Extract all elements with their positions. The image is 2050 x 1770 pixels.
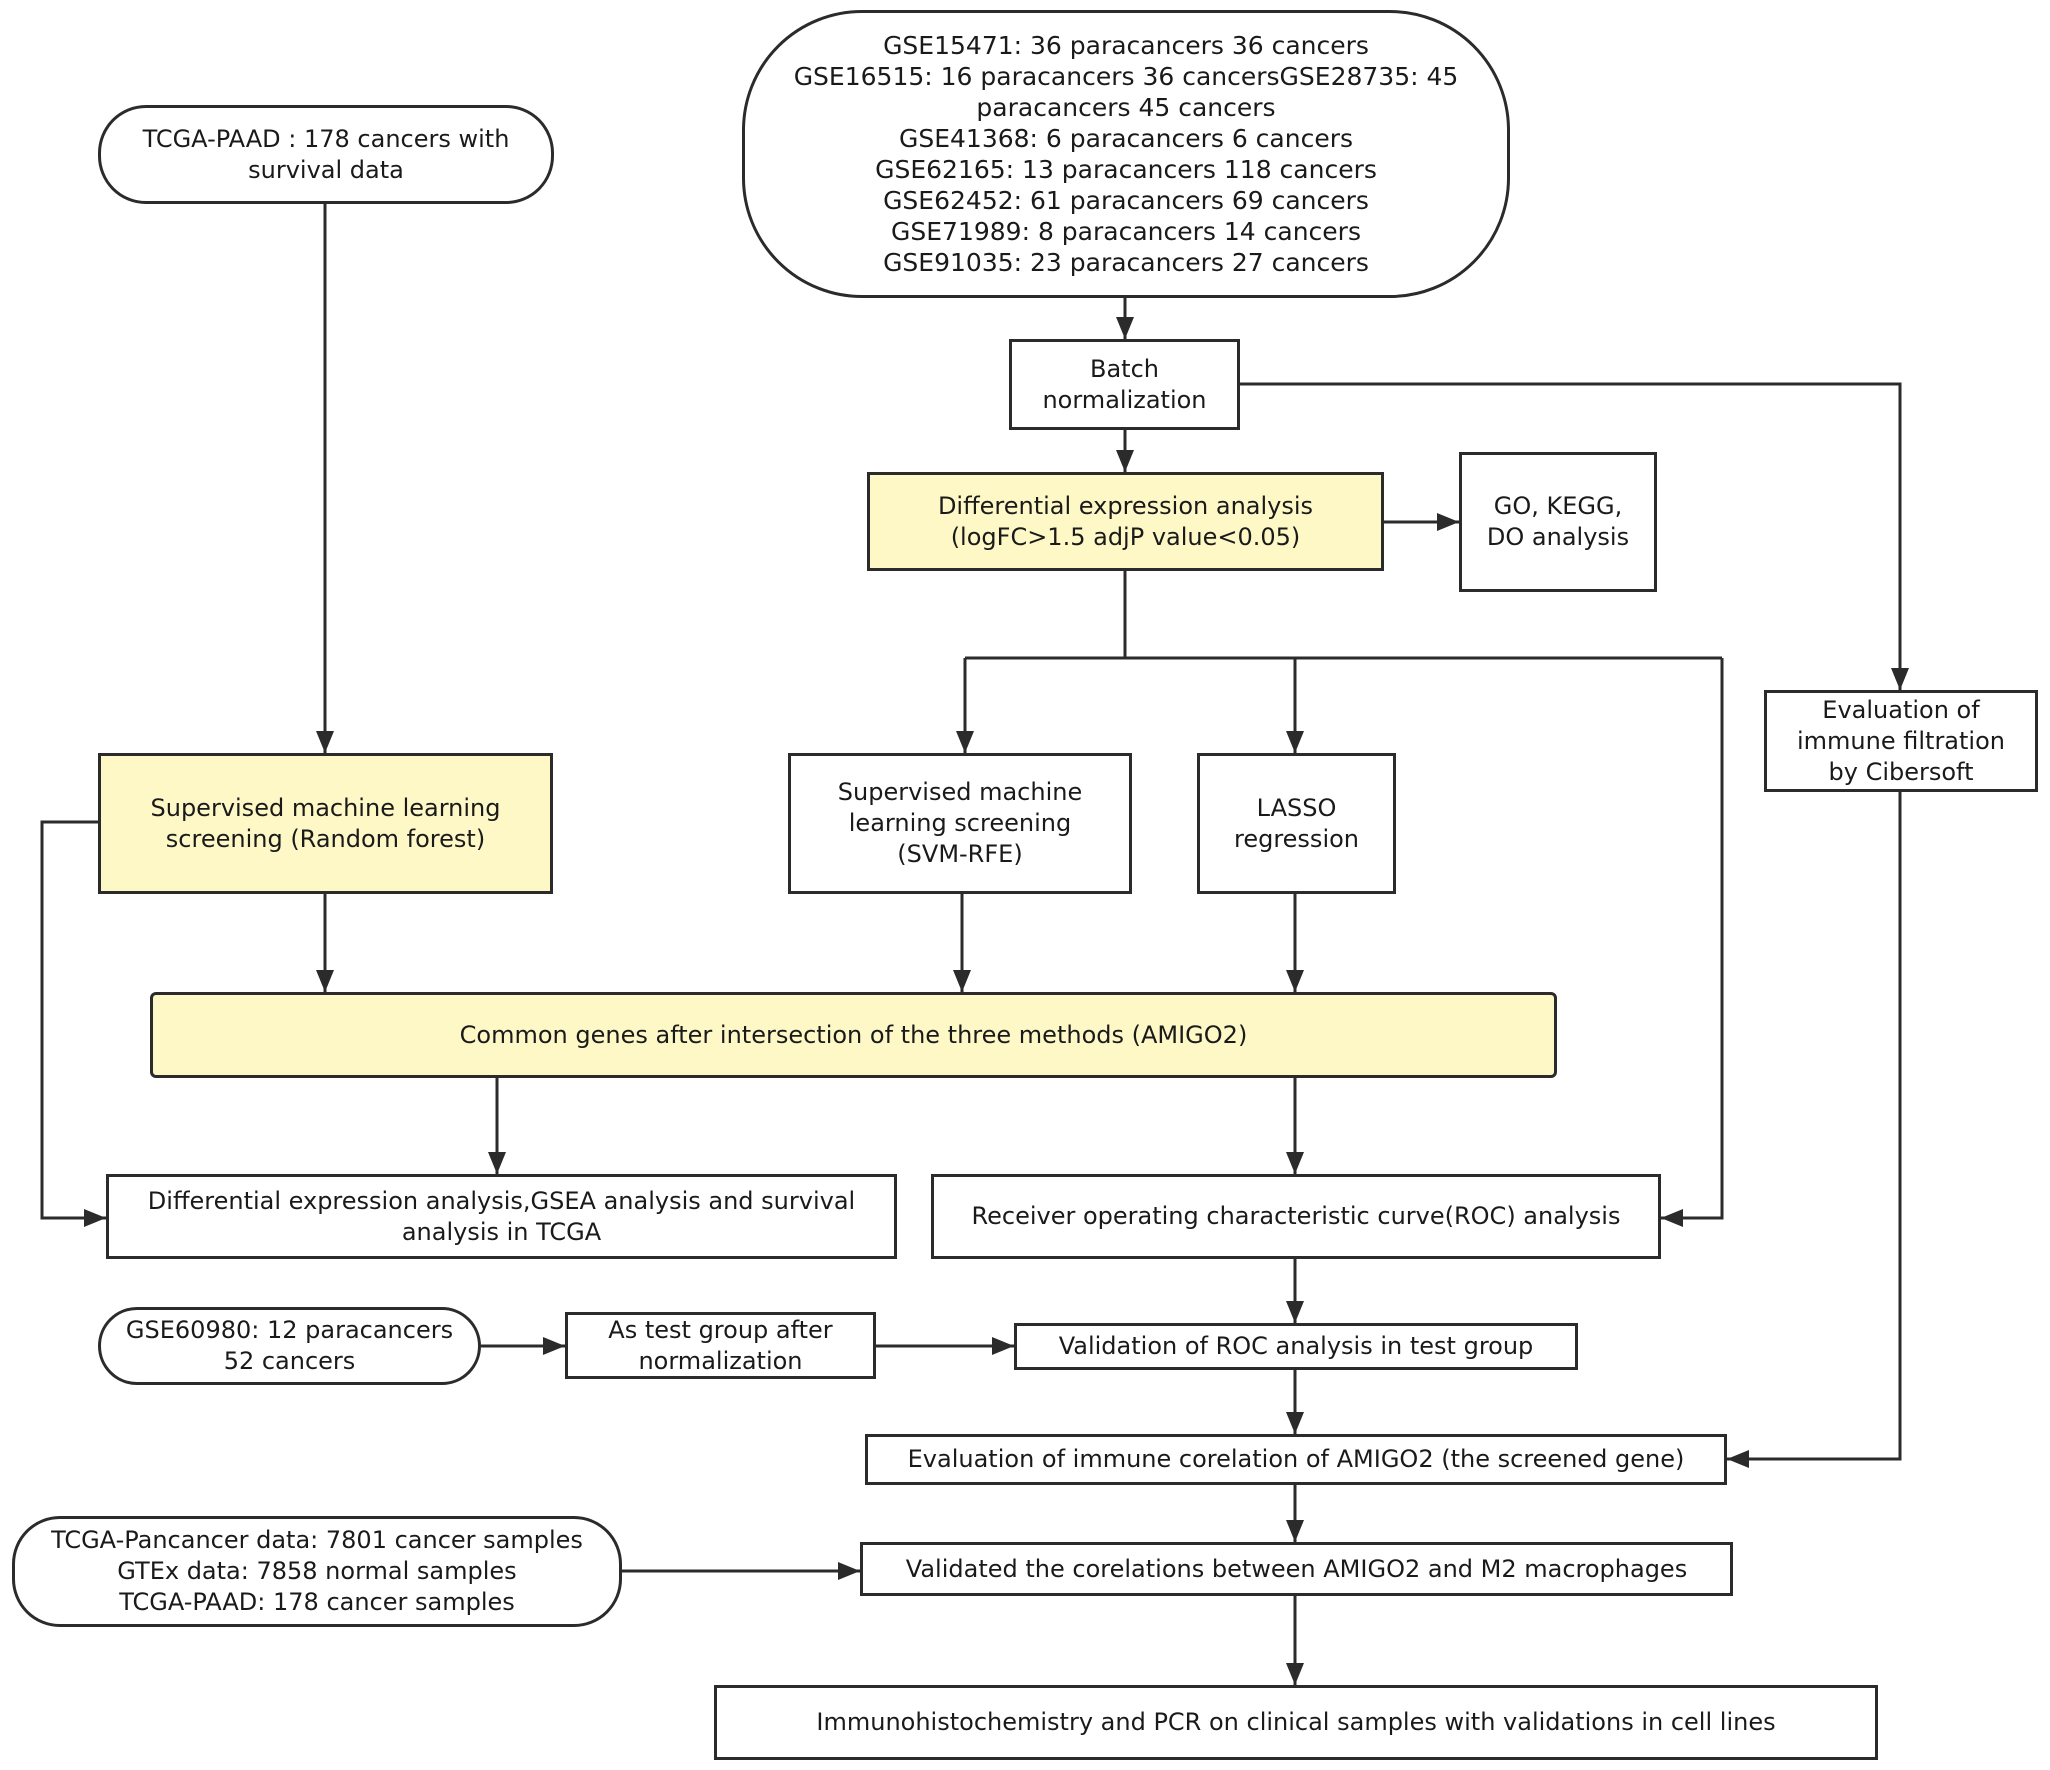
arrowhead-icon [1727,1450,1749,1468]
immune-filtration-node: Evaluation of immune filtration by Ciber… [1764,690,2038,792]
arrowhead-icon [1437,513,1459,531]
node-label: LASSO regression [1233,793,1359,853]
arrowhead-icon [1286,1152,1304,1174]
edge-rf-to-dea-gsea [40,820,106,1220]
gse60980-input-node: GSE60980: 12 paracancers 52 cancers [98,1307,481,1385]
ihc-pcr-node: Immunohistochemistry and PCR on clinical… [714,1685,1878,1760]
node-label: Differential expression analysis,GSEA an… [147,1186,856,1246]
arrowhead-icon [1286,1301,1304,1323]
common-genes-node: Common genes after intersection of the t… [150,992,1557,1078]
roc-validation-node: Validation of ROC analysis in test group [1014,1323,1578,1370]
arrowhead-icon [84,1209,106,1227]
tcga-paad-input-node: TCGA-PAAD : 178 cancers with survival da… [98,105,554,204]
edge-dea-to-roc [1661,658,1724,1220]
node-label: Validation of ROC analysis in test group [1058,1332,1534,1360]
immune-correlation-node: Evaluation of immune corelation of AMIGO… [865,1434,1727,1485]
svm-rfe-screening-node: Supervised machine learning screening (S… [788,753,1132,894]
arrowhead-icon [1661,1209,1683,1227]
pancancer-data-input-node: TCGA-Pancancer data: 7801 cancer samples… [12,1516,622,1627]
node-label: Batch normalization [1042,354,1207,414]
arrowhead-icon [1286,731,1304,753]
node-label: Evaluation of immune corelation of AMIGO… [907,1445,1685,1473]
arrowhead-icon [1116,450,1134,472]
arrowhead-icon [992,1337,1014,1355]
node-label: TCGA-PAAD : 178 cancers with survival da… [142,124,510,184]
arrowhead-icon [1286,970,1304,992]
node-label: GSE60980: 12 paracancers 52 cancers [125,1316,454,1375]
differential-expression-node: Differential expression analysis (logFC>… [867,472,1384,571]
arrowhead-icon [316,970,334,992]
arrowhead-icon [1286,1412,1304,1434]
batch-normalization-node: Batch normalization [1009,339,1240,430]
test-group-node: As test group after normalization [565,1312,876,1379]
m2-macrophage-validation-node: Validated the corelations between AMIGO2… [860,1542,1733,1596]
edge-immune-filtration-to-correlation [1727,792,1902,1461]
arrowhead-icon [956,731,974,753]
arrowhead-icon [1891,668,1909,690]
node-label: Supervised machine learning screening (S… [837,778,1083,868]
node-label: GSE15471: 36 paracancers 36 cancers GSE1… [793,31,1459,277]
arrowhead-icon [316,731,334,753]
node-label: Common genes after intersection of the t… [459,1020,1248,1049]
random-forest-screening-node: Supervised machine learning screening (R… [98,753,553,894]
node-label: Immunohistochemistry and PCR on clinical… [816,1708,1776,1736]
geo-datasets-input-node: GSE15471: 36 paracancers 36 cancers GSE1… [742,10,1510,298]
node-label: TCGA-Pancancer data: 7801 cancer samples… [51,1526,583,1616]
node-label: GO, KEGG, DO analysis [1486,492,1630,551]
arrowhead-icon [1286,1520,1304,1542]
arrowhead-icon [543,1337,565,1355]
node-label: As test group after normalization [608,1315,833,1375]
node-label: Supervised machine learning screening (R… [150,793,501,853]
arrowhead-icon [953,970,971,992]
arrowhead-icon [1286,1663,1304,1685]
node-label: Evaluation of immune filtration by Ciber… [1797,695,2005,786]
node-label: Validated the corelations between AMIGO2… [905,1554,1688,1583]
node-label: Receiver operating characteristic curve(… [971,1202,1621,1230]
roc-analysis-node: Receiver operating characteristic curve(… [931,1174,1661,1259]
arrowhead-icon [488,1152,506,1174]
lasso-regression-node: LASSO regression [1197,753,1396,894]
node-label: Differential expression analysis (logFC>… [937,491,1314,551]
arrowhead-icon [838,1562,860,1580]
go-kegg-do-analysis-node: GO, KEGG, DO analysis [1459,452,1657,592]
arrowhead-icon [1116,317,1134,339]
dea-gsea-survival-node: Differential expression analysis,GSEA an… [106,1174,897,1259]
